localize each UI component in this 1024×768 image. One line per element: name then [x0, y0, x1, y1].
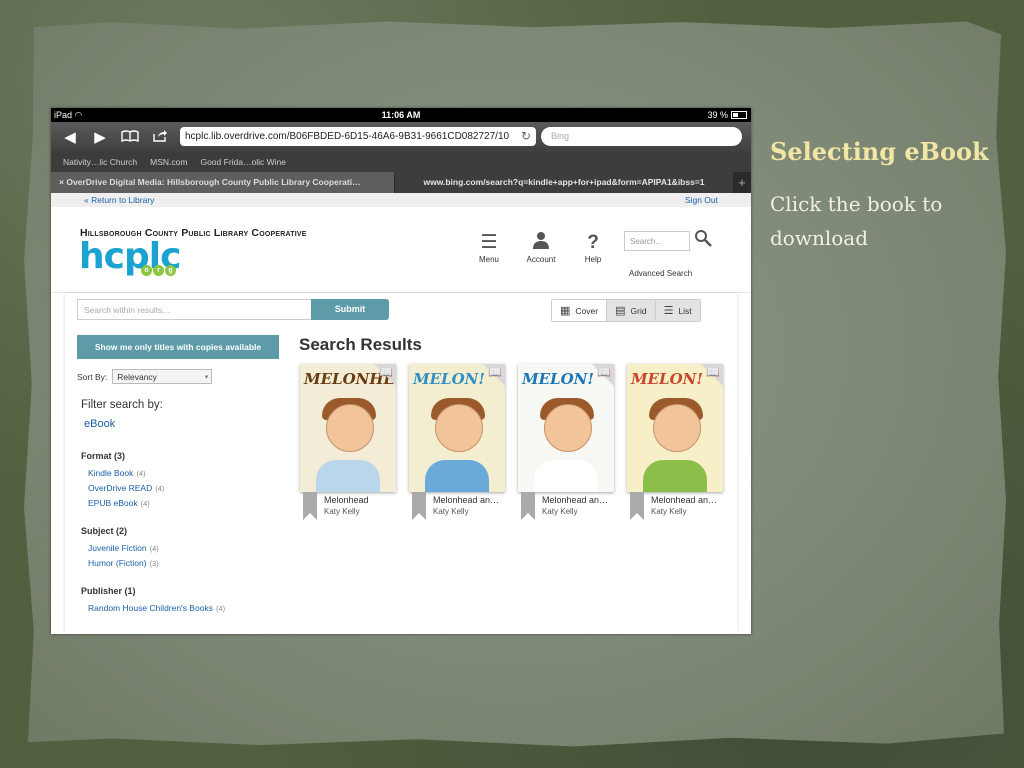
cover-view-button[interactable]: ▦ Cover: [552, 300, 607, 321]
facet-item[interactable]: Humor (Fiction) (3): [88, 558, 159, 568]
open-book-icon: 📖: [379, 367, 393, 379]
book-author[interactable]: Katy Kelly: [433, 507, 469, 516]
open-book-icon: 📖: [488, 367, 502, 379]
site-search-input[interactable]: Search...: [624, 231, 690, 251]
facet-item[interactable]: Kindle Book (4): [88, 468, 146, 478]
book-cover[interactable]: MELON! 📖: [409, 364, 505, 492]
facet-item[interactable]: OverDrive READ (4): [88, 483, 164, 493]
top-strip: « Return to Library Sign Out: [51, 193, 751, 207]
tab-bar: × OverDrive Digital Media: Hillsborough …: [51, 172, 751, 193]
book-tile[interactable]: MELON! 📖 Melonhead an… Katy Kelly: [627, 364, 723, 520]
book-author[interactable]: Katy Kelly: [651, 507, 687, 516]
search-icon[interactable]: [694, 229, 712, 252]
cover-grid-icon: ▦: [560, 305, 571, 317]
person-icon: [521, 231, 561, 255]
bookmark-item[interactable]: MSN.com: [150, 157, 187, 167]
battery-status: 39 %: [707, 108, 747, 122]
book-tile[interactable]: MELONHEAD📖MelonheadKaty Kelly: [300, 364, 396, 520]
book-title[interactable]: Melonhead an…: [651, 495, 729, 505]
battery-icon: [731, 111, 747, 119]
menu-button[interactable]: ☰ Menu: [469, 231, 509, 264]
back-icon[interactable]: ◀: [55, 128, 85, 146]
close-tab-icon[interactable]: ×: [59, 177, 64, 187]
advanced-search-link[interactable]: Advanced Search: [629, 269, 692, 278]
book-author[interactable]: Katy Kelly: [542, 507, 578, 516]
help-button[interactable]: ? Help: [573, 231, 613, 264]
facet-item[interactable]: Juvenile Fiction (4): [88, 543, 159, 553]
share-icon[interactable]: [145, 129, 175, 146]
bookmark-ribbon-icon[interactable]: [630, 492, 644, 520]
sign-out-link[interactable]: Sign Out: [685, 193, 718, 207]
book-tile[interactable]: MELON! 📖 Melonhead an… Katy Kelly: [518, 364, 614, 520]
show-available-button[interactable]: Show me only titles with copies availabl…: [77, 335, 279, 359]
ipad-screenshot: iPad ◠ 11:06 AM 39 % ◀ ▶ hcplc.lib.overd…: [51, 108, 751, 634]
reload-icon[interactable]: ↻: [521, 127, 531, 146]
forward-icon[interactable]: ▶: [85, 128, 115, 146]
tab-overdrive[interactable]: × OverDrive Digital Media: Hillsborough …: [51, 172, 394, 193]
results-heading: Search Results: [299, 335, 422, 354]
filter-ebook-link[interactable]: eBook: [84, 418, 115, 430]
submit-button[interactable]: Submit: [311, 299, 389, 320]
bookmarks-icon[interactable]: [115, 129, 145, 146]
url-text: hcplc.lib.overdrive.com/B06FBDED-6D15-46…: [185, 131, 510, 142]
hamburger-icon: ☰: [480, 232, 498, 253]
search-within-input[interactable]: Search within results...: [77, 299, 312, 320]
grid-view-button[interactable]: ▤ Grid: [606, 300, 655, 321]
sort-control: Sort By: Relevancy ▾: [77, 369, 213, 384]
bookmark-item[interactable]: Nativity…lic Church: [63, 157, 137, 167]
browser-search-field[interactable]: Bing: [541, 127, 742, 146]
return-to-library-link[interactable]: « Return to Library: [84, 193, 154, 207]
battery-percent: 39 %: [707, 110, 728, 120]
facet-item[interactable]: EPUB eBook (4): [88, 498, 150, 508]
cover-title: MELON!: [631, 370, 703, 388]
book-tile[interactable]: MELON! 📖 Melonhead an… Katy Kelly: [409, 364, 505, 520]
bookmark-ribbon-icon[interactable]: [412, 492, 426, 520]
slide-title: Selecting eBook: [770, 137, 989, 166]
book-cover[interactable]: MELON! 📖: [627, 364, 723, 492]
status-bar: iPad ◠ 11:06 AM 39 %: [51, 108, 751, 122]
chevron-down-icon: ▾: [204, 374, 209, 381]
sort-select[interactable]: Relevancy ▾: [112, 369, 213, 384]
new-tab-icon[interactable]: +: [733, 172, 751, 193]
web-page: « Return to Library Sign Out Hillsboroug…: [51, 193, 751, 634]
browser-toolbar: ◀ ▶ hcplc.lib.overdrive.com/B06FBDED-6D1…: [51, 122, 751, 152]
open-book-icon: 📖: [706, 367, 720, 379]
list-view-button[interactable]: ☰ List: [654, 300, 700, 321]
grid-icon: ▤: [615, 305, 626, 317]
sort-label: Sort By:: [77, 371, 108, 382]
facet-format-heading: Format (3): [81, 451, 126, 461]
slide-body: Click the book to download: [770, 192, 943, 250]
question-icon: ?: [587, 232, 599, 253]
address-bar[interactable]: hcplc.lib.overdrive.com/B06FBDED-6D15-46…: [180, 127, 536, 146]
book-cover[interactable]: MELON! 📖: [518, 364, 614, 492]
book-title[interactable]: Melonhead an…: [542, 495, 620, 505]
book-title[interactable]: Melonhead an…: [433, 495, 511, 505]
results-panel: Search within results... Submit ▦ Cover …: [65, 293, 737, 634]
list-icon: ☰: [663, 305, 674, 317]
bookmark-item[interactable]: Good Frida…olic Wine: [200, 157, 286, 167]
facet-publisher-heading: Publisher (1): [81, 586, 136, 596]
account-button[interactable]: Account: [521, 231, 561, 264]
site-header: Hillsborough County Public Library Coope…: [51, 207, 751, 293]
book-title[interactable]: Melonhead: [324, 495, 402, 505]
bookmarks-bar: Nativity…lic Church MSN.com Good Frida…o…: [51, 152, 751, 172]
cover-title: MELON!: [413, 370, 485, 388]
cover-title: MELON!: [522, 370, 594, 388]
logo-org-badge: org: [141, 265, 176, 276]
tab-bing[interactable]: www.bing.com/search?q=kindle+app+for+ipa…: [395, 172, 733, 193]
clock: 11:06 AM: [381, 110, 421, 120]
view-switcher: ▦ Cover ▤ Grid ☰ List: [551, 299, 701, 322]
facet-subject-heading: Subject (2): [81, 526, 128, 536]
filter-heading: Filter search by:: [81, 399, 163, 411]
open-book-icon: 📖: [597, 367, 611, 379]
facet-item[interactable]: Random House Children's Books (4): [88, 603, 225, 613]
bookmark-ribbon-icon[interactable]: [521, 492, 535, 520]
book-author[interactable]: Katy Kelly: [324, 507, 360, 516]
book-cover[interactable]: MELONHEAD📖: [300, 364, 396, 492]
bookmark-ribbon-icon[interactable]: [303, 492, 317, 520]
